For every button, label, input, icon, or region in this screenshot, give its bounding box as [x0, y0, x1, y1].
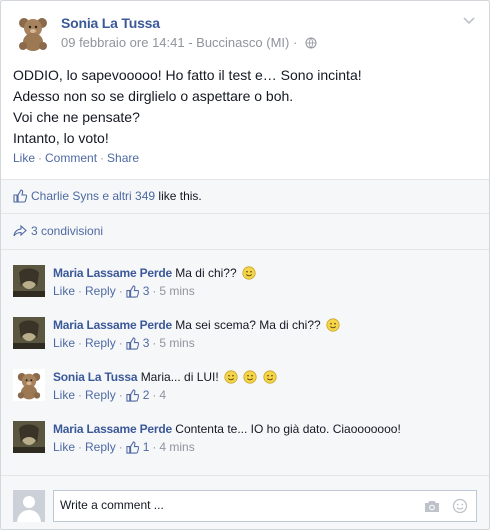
like-count[interactable]: 2	[126, 388, 149, 402]
comment-time[interactable]: 4	[159, 388, 166, 402]
emoji-picker-icon[interactable]	[452, 498, 468, 514]
post-card: Sonia La Tussa 09 febbraio ore 14:41 - B…	[0, 0, 490, 530]
emoji-slot	[321, 318, 340, 332]
shares-summary[interactable]: 3 condivisioni	[13, 224, 103, 238]
comment-body: Maria... di LUI!	[140, 370, 219, 384]
smiley-emoji-icon	[224, 370, 238, 384]
comment-text: Maria Lassame Perde Ma sei scema? Ma di …	[53, 317, 340, 333]
comment-body: Ma di chi??	[175, 266, 237, 280]
comment-like-link[interactable]: Like	[53, 336, 75, 350]
like-count[interactable]: 3	[126, 284, 149, 298]
thumbs-up-icon	[126, 337, 139, 350]
likes-suffix: like this.	[155, 189, 202, 203]
thumbs-up-icon	[126, 285, 139, 298]
like-count[interactable]: 3	[126, 336, 149, 350]
divider	[1, 179, 489, 180]
camera-icon[interactable]	[424, 499, 440, 513]
comment-text: Sonia La Tussa Maria... di LUI!	[53, 369, 277, 385]
comment-text: Maria Lassame Perde Contenta te... IO ho…	[53, 421, 401, 437]
comment-author[interactable]: Maria Lassame Perde	[53, 266, 172, 280]
comment-input[interactable]	[60, 498, 400, 512]
comment: Maria Lassame Perde Ma sei scema? Ma di …	[13, 317, 477, 361]
post-meta: 09 febbraio ore 14:41 - Buccinasco (MI) …	[61, 35, 317, 50]
comment-time[interactable]: 4 mins	[159, 440, 194, 454]
smiley-emoji-icon	[243, 370, 258, 384]
like-link[interactable]: Like	[13, 151, 35, 165]
likes-summary: Charlie Syns e altri 349 like this.	[13, 189, 202, 203]
share-arrow-icon	[13, 224, 27, 237]
post-author[interactable]: Sonia La Tussa	[61, 15, 160, 31]
comment-like-link[interactable]: Like	[53, 284, 75, 298]
comment-body: Ma sei scema? Ma di chi??	[175, 318, 321, 332]
emoji-slot	[219, 370, 277, 384]
avatar[interactable]	[13, 317, 45, 349]
thumbs-up-icon	[13, 189, 27, 203]
comment-composer	[13, 488, 477, 524]
comment-author[interactable]: Sonia La Tussa	[53, 370, 138, 384]
comment: Maria Lassame Perde Ma di chi?? Like · Rep…	[13, 265, 477, 309]
shares-count[interactable]: 3 condivisioni	[31, 224, 103, 238]
avatar	[13, 490, 45, 522]
avatar[interactable]	[13, 369, 45, 401]
comment-reply-link[interactable]: Reply	[85, 336, 116, 350]
comment-reply-link[interactable]: Reply	[85, 388, 116, 402]
thumbs-up-icon	[126, 389, 139, 402]
comment: Maria Lassame Perde Contenta te... IO ho…	[13, 421, 477, 465]
photo-avatar-icon	[13, 265, 45, 297]
comment-body: Contenta te... IO ho già dato. Ciaoooooo…	[175, 422, 401, 436]
smiley-emoji-icon	[242, 266, 256, 280]
chevron-down-icon[interactable]	[461, 13, 477, 29]
comment-text: Maria Lassame Perde Ma di chi??	[53, 265, 256, 281]
comment-author[interactable]: Maria Lassame Perde	[53, 318, 172, 332]
comment-reply-link[interactable]: Reply	[85, 440, 116, 454]
comment-actions: Like · Reply · 1 · 4 mins	[53, 440, 195, 454]
thumbs-up-icon	[126, 441, 139, 454]
avatar[interactable]	[13, 13, 53, 53]
avatar[interactable]	[13, 421, 45, 453]
comment-actions: Like · Reply · 3 · 5 mins	[53, 336, 195, 350]
divider	[1, 475, 489, 476]
photo-avatar-icon	[13, 421, 45, 453]
post-line: Voi che ne pensate?	[13, 109, 140, 125]
post-line: Intanto, lo voto!	[13, 130, 109, 146]
comment-link[interactable]: Comment	[45, 151, 97, 165]
teddy-bear-avatar-icon	[13, 369, 45, 401]
comment-actions: Like · Reply · 2 · 4	[53, 388, 167, 402]
divider	[1, 249, 489, 250]
avatar[interactable]	[13, 265, 45, 297]
default-user-icon	[13, 490, 45, 522]
post-line: ODDIO, lo sapevooooo! Ho fatto il test e…	[13, 67, 362, 83]
comment-actions: Like · Reply · 3 · 5 mins	[53, 284, 195, 298]
likers-link[interactable]: Charlie Syns e altri 349	[31, 189, 155, 203]
comment-time[interactable]: 5 mins	[159, 284, 194, 298]
post-line: Adesso non so se dirglielo o aspettare o…	[13, 88, 294, 104]
comment-box	[53, 490, 477, 522]
post-header: Sonia La Tussa 09 febbraio ore 14:41 - B…	[13, 13, 477, 57]
comment-author[interactable]: Maria Lassame Perde	[53, 422, 172, 436]
teddy-bear-avatar-icon	[19, 18, 47, 51]
comment: Sonia La Tussa Maria... di LUI! Like · Rep…	[13, 369, 477, 413]
globe-icon[interactable]	[305, 37, 317, 49]
smiley-emoji-icon	[263, 370, 277, 384]
photo-avatar-icon	[13, 317, 45, 349]
like-count[interactable]: 1	[126, 440, 149, 454]
divider	[1, 213, 489, 214]
post-timestamp[interactable]: 09 febbraio ore 14:41 - Buccinasco (MI) …	[61, 35, 297, 50]
comment-reply-link[interactable]: Reply	[85, 284, 116, 298]
emoji-slot	[237, 266, 256, 280]
post-actions: Like · Comment · Share	[13, 151, 140, 165]
comment-like-link[interactable]: Like	[53, 440, 75, 454]
smiley-emoji-icon	[326, 318, 340, 332]
comment-time[interactable]: 5 mins	[159, 336, 194, 350]
post-text: ODDIO, lo sapevooooo! Ho fatto il test e…	[13, 65, 477, 149]
share-link[interactable]: Share	[107, 151, 139, 165]
comment-like-link[interactable]: Like	[53, 388, 75, 402]
